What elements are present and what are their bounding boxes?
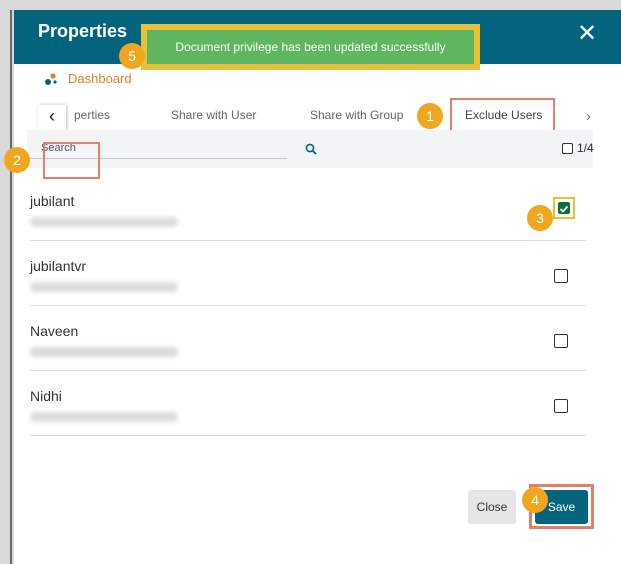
- success-toast-highlight: Document privilege has been updated succ…: [141, 24, 480, 70]
- tab-share-with-group[interactable]: Share with Group: [310, 108, 403, 122]
- checkmark-icon: [559, 205, 569, 213]
- dialog-title: Properties: [38, 21, 128, 41]
- user-email-redacted: [30, 217, 178, 227]
- window-top-edge: [0, 0, 621, 10]
- select-all-checkbox[interactable]: [562, 143, 573, 154]
- list-item: jubilantvr: [30, 241, 586, 306]
- checkbox-checked-fill: [558, 202, 570, 214]
- search-row: 1/4: [27, 130, 594, 168]
- success-toast: Document privilege has been updated succ…: [147, 30, 474, 64]
- user-name: jubilantvr: [30, 258, 87, 274]
- user-name: jubilant: [30, 193, 75, 209]
- tab-share-with-user[interactable]: Share with User: [171, 108, 256, 122]
- user-name: Nidhi: [30, 388, 62, 404]
- user-email-redacted: [30, 282, 178, 292]
- dashboard-icon: [45, 73, 57, 85]
- chevron-left-icon: ‹: [49, 106, 55, 126]
- close-icon[interactable]: ✕: [577, 22, 597, 46]
- search-highlight: [43, 142, 100, 179]
- list-item: Naveen: [30, 306, 586, 371]
- breadcrumb-dashboard-label: Dashboard: [68, 71, 132, 86]
- list-item: Nidhi: [30, 371, 586, 436]
- search-icon[interactable]: [305, 143, 317, 155]
- user-email-redacted: [30, 347, 178, 357]
- exclude-user-checkbox[interactable]: [554, 399, 568, 413]
- exclude-user-checkbox[interactable]: [554, 269, 568, 283]
- user-email-redacted: [30, 412, 178, 422]
- step-badge-1: 1: [417, 103, 443, 129]
- user-name: Naveen: [30, 323, 79, 339]
- tab-properties[interactable]: perties: [74, 108, 110, 122]
- step-badge-5: 5: [119, 43, 145, 69]
- exclude-users-tab-highlight: [450, 98, 555, 132]
- list-item: jubilant: [30, 176, 586, 241]
- chevron-right-icon[interactable]: ›: [586, 108, 591, 125]
- exclude-user-checkbox[interactable]: [554, 334, 568, 348]
- step-badge-2: 2: [4, 147, 30, 173]
- selected-count: 1/4: [577, 141, 594, 155]
- close-button[interactable]: Close: [468, 490, 516, 524]
- window-left-border: [10, 10, 12, 564]
- exclude-user-checkbox-checked[interactable]: [553, 197, 575, 219]
- step-badge-3: 3: [527, 205, 553, 231]
- step-badge-4: 4: [522, 487, 548, 513]
- tab-scroll-left-button[interactable]: ‹: [38, 105, 66, 131]
